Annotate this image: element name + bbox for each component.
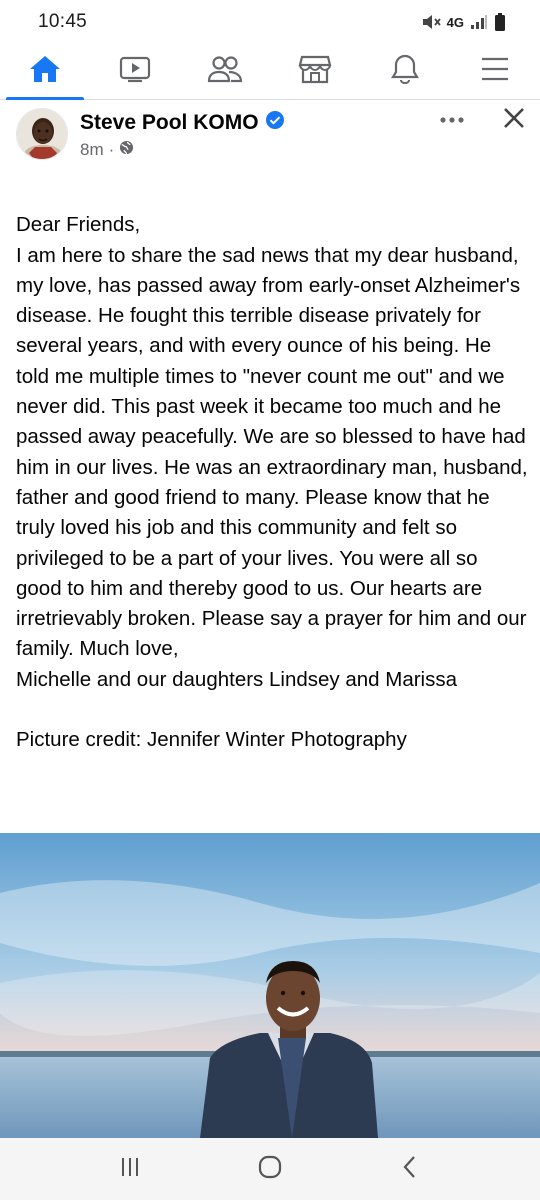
post-body: Dear Friends, I am here to share the sad…: [16, 180, 528, 786]
friends-icon: [207, 54, 243, 89]
signal-icon: [470, 14, 488, 30]
verified-badge-icon: [265, 110, 285, 136]
avatar[interactable]: [16, 108, 68, 160]
battery-icon: [494, 13, 506, 31]
meta-separator: ·: [108, 140, 115, 159]
bell-icon: [389, 53, 421, 90]
close-button[interactable]: [496, 104, 532, 136]
more-options-button[interactable]: [432, 106, 472, 134]
author-name-text: Steve Pool KOMO: [80, 111, 259, 134]
home-icon: [28, 54, 62, 89]
back-button[interactable]: [380, 1144, 440, 1194]
tab-video[interactable]: [90, 44, 180, 99]
marketplace-icon: [298, 53, 332, 90]
tab-friends[interactable]: [180, 44, 270, 99]
post-meta: 8m ·: [80, 140, 134, 160]
post-header: Steve Pool KOMO 8m ·: [0, 100, 540, 178]
status-time: 10:45: [38, 11, 88, 32]
recents-icon: [118, 1155, 142, 1184]
close-icon: [502, 106, 526, 135]
photo-credit: Picture credit: Jennifer Winter Photogra…: [16, 728, 407, 752]
top-nav-bar: [0, 44, 540, 100]
status-icons: 4G: [421, 13, 506, 31]
status-bar: 10:45 4G: [0, 0, 540, 44]
author-name[interactable]: Steve Pool KOMO: [80, 110, 285, 136]
tab-notifications[interactable]: [360, 44, 450, 99]
post-message: Dear Friends, I am here to share the sad…: [16, 213, 528, 691]
android-nav-bar: [0, 1138, 540, 1200]
post-time[interactable]: 8m: [80, 140, 104, 160]
recents-button[interactable]: [100, 1144, 160, 1194]
globe-icon: [119, 140, 134, 160]
more-dots-icon: [439, 111, 465, 129]
menu-icon: [479, 55, 511, 88]
mute-icon: [421, 13, 441, 31]
tab-home[interactable]: [0, 44, 90, 100]
home-circle-icon: [257, 1154, 283, 1185]
video-icon: [118, 54, 152, 89]
post-photo[interactable]: [0, 833, 540, 1138]
network-label: 4G: [446, 14, 464, 30]
tab-marketplace[interactable]: [270, 44, 360, 99]
tab-menu[interactable]: [450, 44, 540, 99]
back-icon: [400, 1154, 420, 1185]
home-system-button[interactable]: [240, 1144, 300, 1194]
